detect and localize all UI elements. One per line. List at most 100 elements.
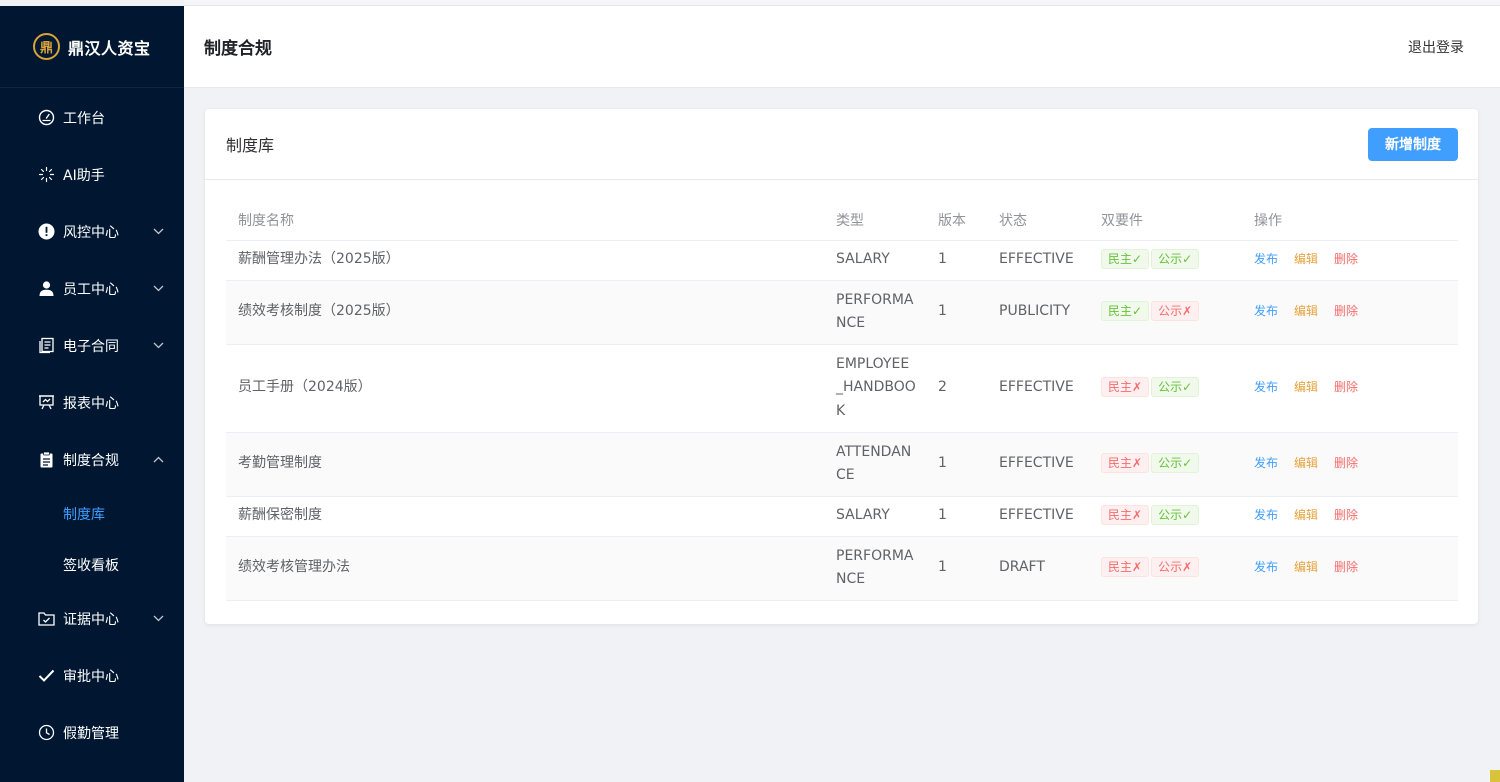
sidebar: 鼎 鼎汉人资宝 工作台 AI助手 风控中心 员工中心 电子合同 报表中心 制度合… [0,6,184,782]
policy-status-cell: EFFECTIVE [987,496,1089,537]
check-icon [37,667,55,685]
sidebar-item-ai-assistant[interactable]: AI助手 [0,146,184,203]
publish-button[interactable]: 发布 [1254,380,1278,394]
policy-type: PERFORMANCE [836,547,914,588]
policy-type: SALARY [836,251,890,268]
clock-icon [37,724,55,742]
policy-type-cell: PERFORMANCE [824,536,926,601]
user-icon [37,280,55,298]
delete-button[interactable]: 删除 [1334,252,1358,266]
policy-status-cell: PUBLICITY [987,280,1089,345]
table-row[interactable]: 考勤管理制度 ATTENDANCE 1 EFFECTIVE 民主✗ 公示✓ 发布 编辑 删除 [226,432,1458,497]
publish-button[interactable]: 发布 [1254,560,1278,574]
column-header-version[interactable]: 版本 [926,200,987,241]
table-header-row: 制度名称 类型 版本 状态 双要件 操作 [226,200,1458,241]
chevron-down-icon [152,340,164,352]
dual-requirements-cell: 民主✓ 公示✗ [1089,280,1242,345]
table-body: 薪酬管理办法（2025版） SALARY 1 EFFECTIVE 民主✓ 公示✓ 发布 编辑删… [226,240,1458,601]
delete-button[interactable]: 删除 [1334,304,1358,318]
column-header-status[interactable]: 状态 [987,200,1089,241]
policy-version: 1 [938,251,947,268]
policy-type-cell: SALARY [824,496,926,537]
brand-name: 鼎汉人资宝 [68,38,151,58]
policy-name: 考勤管理制度 [238,455,322,472]
edit-button[interactable]: 编辑 [1294,380,1318,394]
actions-cell: 发布 编辑 删除 [1242,432,1458,497]
sidebar-item-workbench[interactable]: 工作台 [0,89,184,146]
sparkle-icon [37,166,55,184]
sidebar-item-label: 审批中心 [63,668,119,685]
sidebar-item-employee-center[interactable]: 员工中心 [0,260,184,317]
actions-cell: 发布 编辑 删除 [1242,280,1458,345]
publish-button[interactable]: 发布 [1254,252,1278,266]
policy-status: EFFECTIVE [999,507,1074,524]
policy-version-cell: 1 [926,280,987,345]
table-row[interactable]: 薪酬管理办法（2025版） SALARY 1 EFFECTIVE 民主✓ 公示✓ 发布 编辑 删… [226,240,1458,281]
warning-icon [37,223,55,241]
table-row[interactable]: 员工手册（2024版） EMPLOYEE_HANDBOOK 2 EFFECTIVE 民主… [226,344,1458,433]
publicity-tag: 公示✗ [1151,557,1200,578]
sidebar-item-label: 工作台 [63,110,105,127]
publicity-tag: 公示✓ [1151,249,1200,270]
delete-button[interactable]: 删除 [1334,560,1358,574]
sidebar-item-e-contract[interactable]: 电子合同 [0,317,184,374]
publish-button[interactable]: 发布 [1254,456,1278,470]
policy-version: 1 [938,303,947,320]
brand[interactable]: 鼎 鼎汉人资宝 [0,6,184,88]
table-row[interactable]: 薪酬保密制度 SALARY 1 EFFECTIVE 民主✗ 公示✓ 发布 编辑 删除 [226,496,1458,537]
policy-name-cell: 考勤管理制度 [226,432,824,497]
dual-requirements-cell: 民主✗ 公示✗ [1089,536,1242,601]
policy-status-cell: EFFECTIVE [987,344,1089,433]
policy-type: SALARY [836,507,890,524]
sidebar-item-label: 假勤管理 [63,725,119,742]
sidebar-item-leave-management[interactable]: 假勤管理 [0,704,184,761]
policy-name-cell: 薪酬管理办法（2025版） [226,240,824,281]
column-header-dual-requirements[interactable]: 双要件 [1089,200,1242,241]
dual-requirements-cell: 民主✓ 公示✓ [1089,240,1242,281]
dual-requirements-cell: 民主✗ 公示✓ [1089,432,1242,497]
top-header: 制度合规 退出登录 [184,6,1500,88]
card-header: 制度库 新增制度 [205,109,1478,180]
edit-button[interactable]: 编辑 [1294,456,1318,470]
sidebar-item-evidence-center[interactable]: 证据中心 [0,590,184,647]
sidebar-item-approval-center[interactable]: 审批中心 [0,647,184,704]
policy-library-card: 制度库 新增制度 制度名称 类型 版本 状态 双要件 操作 薪酬管理办法（202… [205,109,1478,624]
sidebar-subitem-policy-library[interactable]: 制度库 [0,488,184,539]
sidebar-item-label: AI助手 [63,167,105,184]
sidebar-item-label: 电子合同 [63,338,119,355]
add-policy-button[interactable]: 新增制度 [1368,127,1458,161]
policy-status: DRAFT [999,559,1045,576]
edit-button[interactable]: 编辑 [1294,252,1318,266]
sidebar-item-compliance[interactable]: 制度合规 [0,431,184,488]
policy-version: 2 [938,379,947,396]
policy-status: EFFECTIVE [999,251,1074,268]
brand-logo-icon: 鼎 [33,33,60,60]
sidebar-item-label: 员工中心 [63,281,119,298]
dashboard-icon [37,109,55,127]
publicity-tag: 公示✗ [1151,301,1200,322]
policy-name: 绩效考核管理办法 [238,559,350,576]
table-row[interactable]: 绩效考核管理办法 PERFORMANCE 1 DRAFT 民主✗ 公示✗ 发布 编辑 删除 [226,536,1458,601]
edit-button[interactable]: 编辑 [1294,304,1318,318]
policy-type: EMPLOYEE_HANDBOOK [836,355,916,419]
sidebar-subitem-sign-board[interactable]: 签收看板 [0,539,184,590]
sidebar-item-risk-center[interactable]: 风控中心 [0,203,184,260]
publish-button[interactable]: 发布 [1254,508,1278,522]
delete-button[interactable]: 删除 [1334,456,1358,470]
table-row[interactable]: 绩效考核制度（2025版） PERFORMANCE 1 PUBLICITY 民主✓ 公示✗… [226,280,1458,345]
column-header-name[interactable]: 制度名称 [226,200,824,241]
delete-button[interactable]: 删除 [1334,508,1358,522]
policy-version: 1 [938,455,947,472]
chevron-down-icon [152,226,164,238]
policy-name-cell: 绩效考核管理办法 [226,536,824,601]
policy-type-cell: SALARY [824,240,926,281]
sidebar-item-report-center[interactable]: 报表中心 [0,374,184,431]
publicity-tag: 公示✓ [1151,505,1200,526]
publish-button[interactable]: 发布 [1254,304,1278,318]
logout-link[interactable]: 退出登录 [1408,37,1464,57]
edit-button[interactable]: 编辑 [1294,508,1318,522]
actions-cell: 发布 编辑 删除 [1242,344,1458,433]
edit-button[interactable]: 编辑 [1294,560,1318,574]
column-header-type[interactable]: 类型 [824,200,926,241]
delete-button[interactable]: 删除 [1334,380,1358,394]
